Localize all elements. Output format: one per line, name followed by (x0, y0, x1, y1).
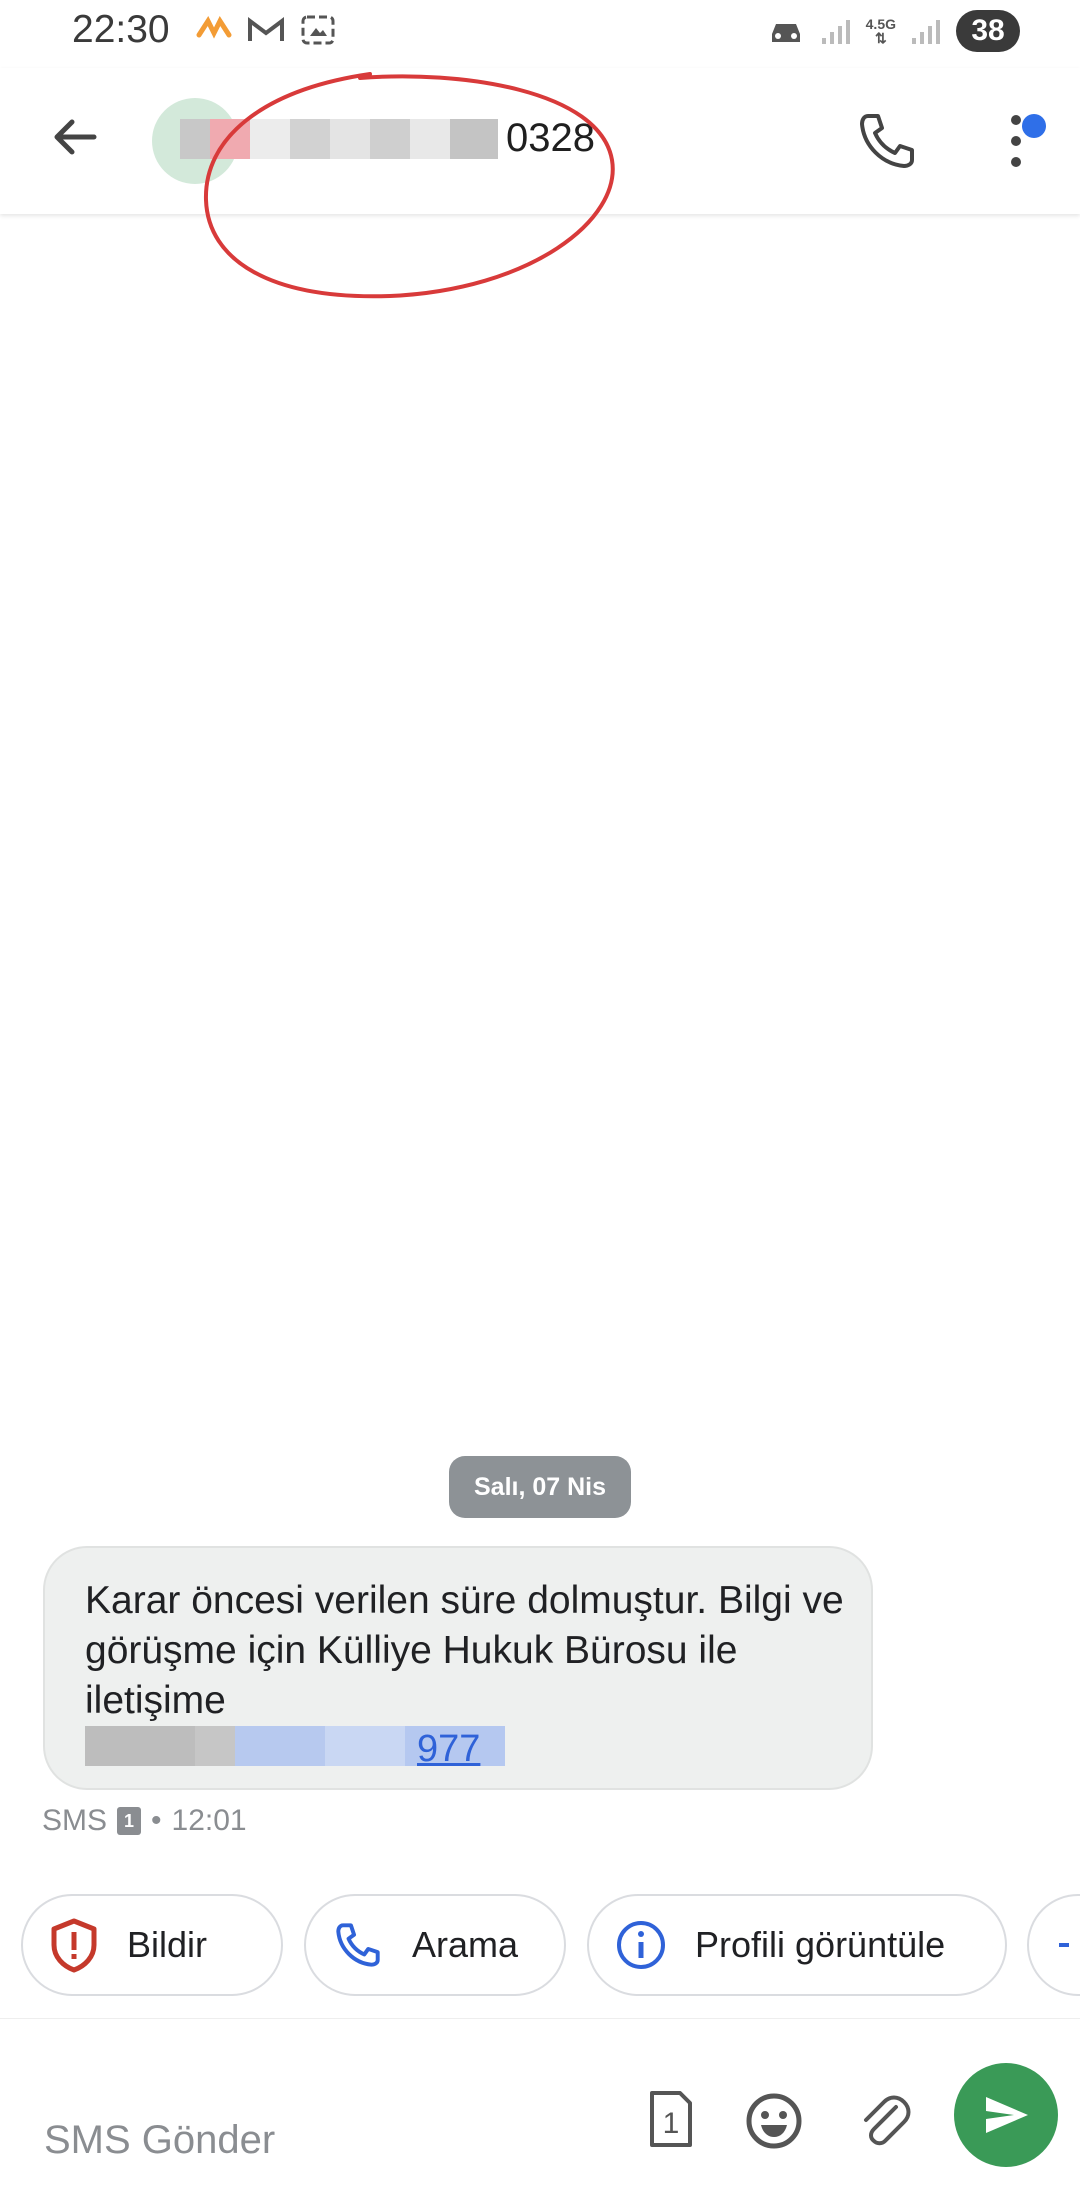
status-time: 22:30 (72, 8, 170, 51)
status-bar: 22:30 4.5G ⇅ 38 (0, 0, 1080, 68)
report-chip[interactable]: Bildir (21, 1894, 283, 1996)
sms-compose-input[interactable] (42, 2109, 606, 2171)
send-button[interactable] (954, 2063, 1058, 2167)
back-arrow-icon[interactable] (46, 108, 104, 166)
call-chip[interactable]: Arama (304, 1894, 566, 1996)
meta-separator: • (151, 1804, 162, 1837)
view-profile-label: Profili görüntüle (695, 1924, 946, 1965)
battery-indicator: 38 (956, 10, 1020, 52)
message-bubble[interactable]: Karar öncesi verilen süre dolmuştur. Bil… (43, 1546, 873, 1790)
gmail-icon (248, 17, 284, 41)
shield-alert-icon (51, 1918, 97, 1973)
screenshot-icon (301, 15, 335, 45)
info-icon (617, 1921, 665, 1969)
partial-icon (1059, 1943, 1069, 1947)
phone-icon (336, 1923, 380, 1967)
network-type-icon: 4.5G ⇅ (865, 16, 896, 46)
conversation-header: 0328 (0, 68, 1080, 214)
emoji-icon[interactable] (744, 2091, 804, 2151)
send-icon (986, 2097, 1028, 2133)
message-service: SMS (42, 1804, 108, 1837)
message-meta: SMS 1 • 12:01 (42, 1804, 247, 1838)
suggestion-chips: Bildir Arama Profili görüntüle (0, 1892, 1080, 2004)
redacted-number (180, 118, 498, 159)
message-time: 12:01 (171, 1804, 247, 1837)
message-text: Karar öncesi verilen süre dolmuştur. Bil… (85, 1579, 844, 1722)
notification-dot (1022, 114, 1046, 138)
signal-2-icon (912, 20, 940, 44)
sim-badge: 1 (117, 1807, 142, 1835)
signal-1-icon (821, 20, 850, 44)
car-mode-icon (771, 24, 800, 42)
pulse-app-icon (196, 15, 232, 39)
contact-name[interactable]: 0328 (180, 116, 595, 161)
compose-bar: 1 (0, 2018, 1080, 2189)
phone-icon[interactable] (854, 108, 920, 174)
call-label: Arama (412, 1924, 519, 1965)
sim-card-icon[interactable]: 1 (646, 2089, 696, 2149)
more-suggestions-chip[interactable] (1027, 1894, 1080, 1996)
date-separator: Salı, 07 Nis (449, 1456, 631, 1518)
paperclip-icon[interactable] (856, 2093, 912, 2149)
sim-slot-number: 1 (663, 2107, 680, 2140)
status-system-icons: 4.5G ⇅ 38 (766, 10, 1020, 52)
view-profile-chip[interactable]: Profili görüntüle (587, 1894, 1007, 1996)
report-label: Bildir (127, 1924, 208, 1965)
message-link[interactable]: 977 (417, 1728, 480, 1771)
status-notification-icons (196, 14, 336, 46)
